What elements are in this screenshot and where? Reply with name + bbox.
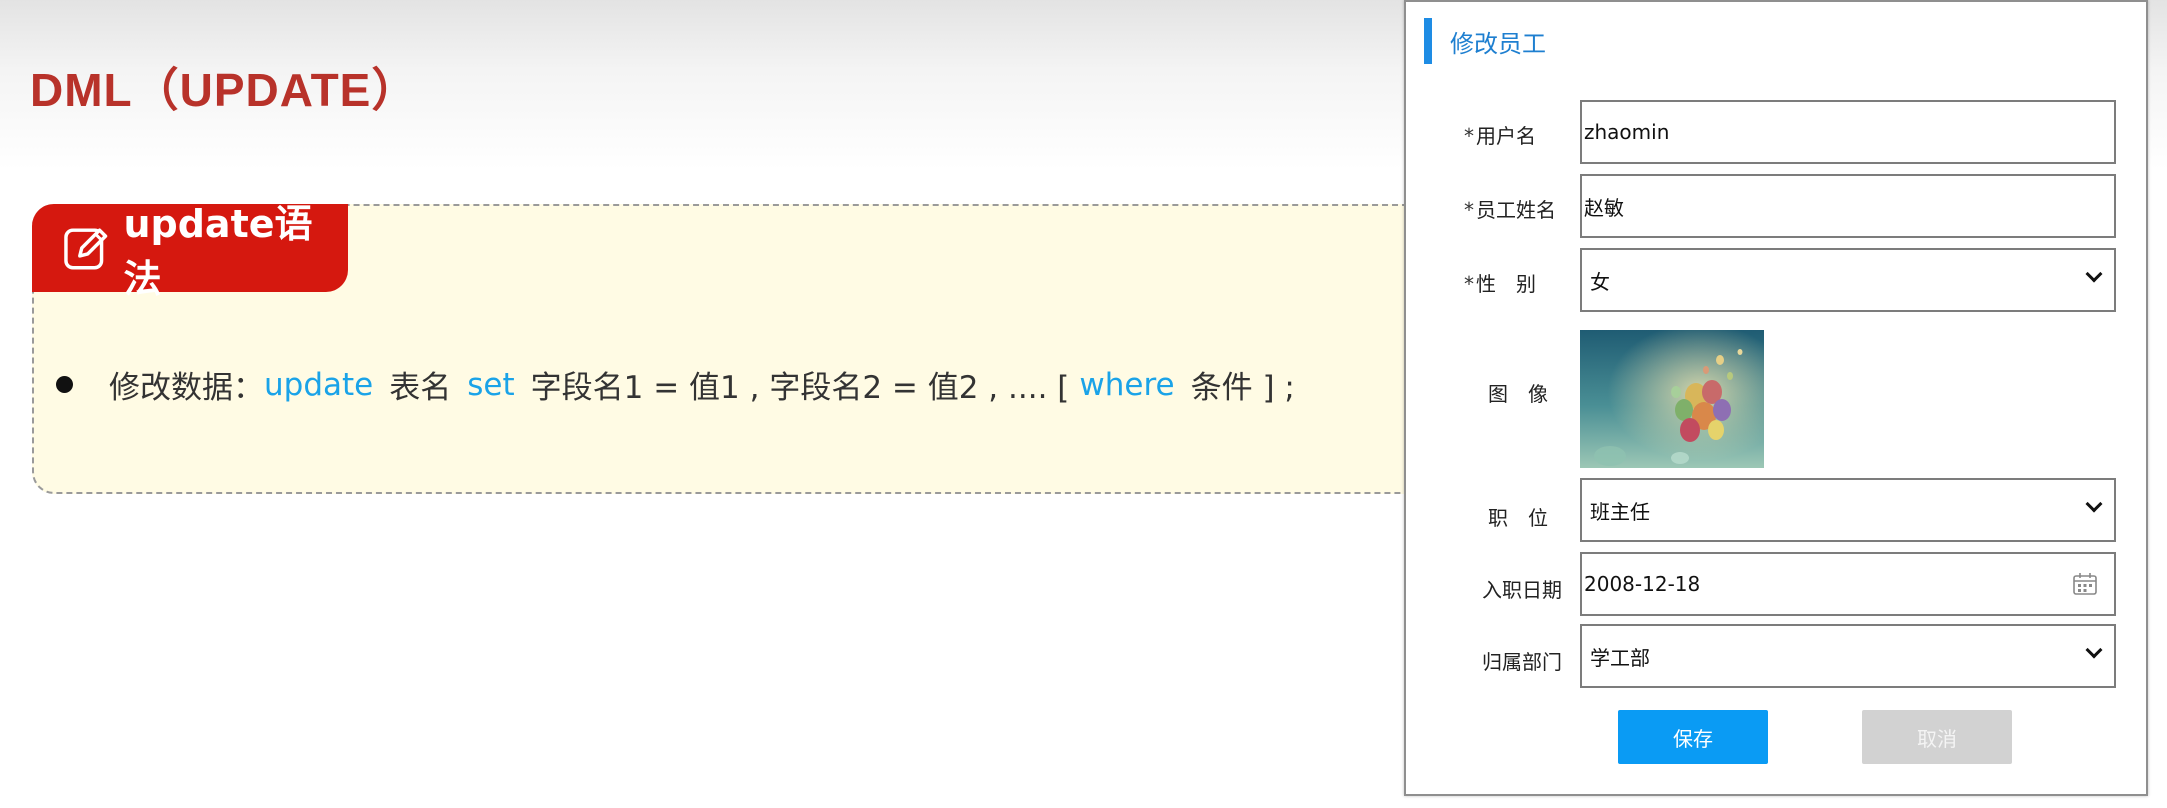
- balloons-image: [1580, 330, 1764, 468]
- bullet-dot: [56, 376, 73, 393]
- department-value: 学工部: [1590, 645, 1650, 670]
- gender-label: * 性 别: [1464, 268, 1536, 297]
- syntax-bullet: 修改数据： update 表名 set 字段名1 = 值1 , 字段名2 = 值…: [56, 362, 1295, 407]
- required-mark: *: [1464, 198, 1474, 222]
- chevron-down-icon: [2085, 495, 2103, 513]
- employee-name-input[interactable]: 赵敏: [1580, 174, 2116, 238]
- slide-title: DML（UPDATE）: [30, 64, 419, 116]
- position-select[interactable]: 班主任: [1580, 478, 2116, 542]
- gender-select[interactable]: 女: [1580, 248, 2116, 312]
- chevron-down-icon: [2085, 641, 2103, 659]
- table-name-text: 表名: [389, 370, 452, 406]
- cancel-button[interactable]: 取消: [1862, 710, 2012, 764]
- keyword-set: set: [467, 366, 515, 403]
- entry-date-label: 入职日期: [1482, 578, 1562, 602]
- username-value: zhaomin: [1584, 120, 1670, 144]
- gender-value: 女: [1590, 269, 1610, 294]
- department-label: 归属部门: [1482, 650, 1562, 674]
- keyword-update: update: [264, 366, 374, 403]
- employee-photo[interactable]: [1580, 330, 1764, 468]
- username-input[interactable]: zhaomin: [1580, 100, 2116, 164]
- entry-date-input[interactable]: 2008-12-18: [1580, 552, 2116, 616]
- calendar-icon[interactable]: [2072, 572, 2098, 596]
- name-label: * 员工姓名: [1464, 194, 1556, 223]
- image-label: 图 像: [1488, 382, 1548, 406]
- employee-name-value: 赵敏: [1584, 195, 1624, 220]
- keyword-where: where: [1079, 366, 1175, 403]
- position-label: 职 位: [1488, 506, 1548, 530]
- bullet-prefix: 修改数据：: [109, 370, 264, 406]
- username-label-text: 用户名: [1476, 124, 1536, 148]
- edit-employee-dialog: 修改员工 *用户名 zhaomin *员工姓名 赵敏 *性 别 女 图 像: [1404, 0, 2148, 796]
- required-mark: *: [1464, 272, 1474, 296]
- gender-label-text: 性 别: [1476, 272, 1536, 296]
- username-label: * 用户名: [1464, 120, 1536, 149]
- assign-text: 字段名1 = 值1 , 字段名2 = 值2 , .... [: [530, 370, 1070, 406]
- edit-icon: [64, 228, 108, 270]
- save-button[interactable]: 保存: [1618, 710, 1768, 764]
- chevron-down-icon: [2085, 265, 2103, 283]
- dialog-title: 修改员工: [1450, 30, 1546, 58]
- title-accent-bar: [1424, 18, 1432, 64]
- position-value: 班主任: [1590, 499, 1650, 524]
- entry-date-value: 2008-12-18: [1584, 572, 1701, 596]
- required-mark: *: [1464, 124, 1474, 148]
- name-label-text: 员工姓名: [1476, 198, 1556, 222]
- department-select[interactable]: 学工部: [1580, 624, 2116, 688]
- note-tab-label: update语法: [123, 202, 313, 301]
- condition-text: 条件 ] ;: [1190, 370, 1295, 406]
- note-tab: update语法: [32, 202, 348, 301]
